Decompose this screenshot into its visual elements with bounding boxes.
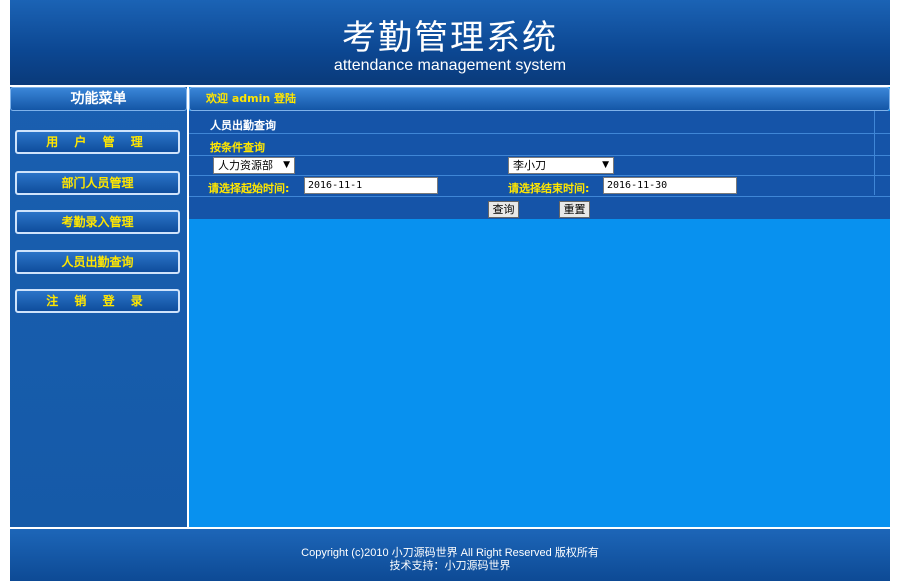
system-title: 考勤管理系统 [342, 18, 558, 58]
panel-divider [189, 175, 890, 176]
panel-divider [874, 111, 875, 195]
menu-department-staff[interactable]: 部门人员管理 [15, 171, 180, 195]
end-date-input[interactable] [603, 177, 737, 194]
section-title: 人员出勤查询 [210, 119, 276, 132]
query-button[interactable]: 查询 [488, 201, 519, 218]
department-select[interactable]: 人力资源部 ▼ [213, 157, 295, 174]
welcome-bar: 欢迎 admin 登陆 [189, 87, 890, 111]
person-select-value: 李小刀 [513, 159, 546, 172]
menu-attendance-query[interactable]: 人员出勤查询 [15, 250, 180, 274]
panel-divider [189, 196, 890, 197]
condition-label: 按条件查询 [210, 141, 265, 154]
panel-divider [189, 133, 890, 134]
end-date-label: 请选择结束时间: [508, 182, 590, 195]
page-header: 考勤管理系统 attendance management system [10, 0, 890, 85]
panel-divider [189, 155, 890, 156]
menu-attendance-entry[interactable]: 考勤录入管理 [15, 210, 180, 234]
sidebar-title: 功能菜单 [10, 87, 187, 111]
menu-user-management[interactable]: 用 户 管 理 [15, 130, 180, 154]
dropdown-arrow-icon: ▼ [602, 160, 609, 170]
page-footer: Copyright (c)2010 小刀源码世界 All Right Reser… [10, 529, 890, 581]
dropdown-arrow-icon: ▼ [283, 160, 290, 170]
menu-logout[interactable]: 注 销 登 录 [15, 289, 180, 313]
person-select[interactable]: 李小刀 ▼ [508, 157, 614, 174]
query-panel: 人员出勤查询 按条件查询 人力资源部 ▼ 李小刀 ▼ 请选择起始时间: 请选择结… [189, 111, 890, 219]
department-select-value: 人力资源部 [218, 159, 273, 172]
reset-button[interactable]: 重置 [559, 201, 590, 218]
system-subtitle: attendance management system [333, 57, 567, 74]
start-date-label: 请选择起始时间: [208, 182, 290, 195]
support-text: 技术支持：小刀源码世界 [389, 560, 511, 572]
app-window: 考勤管理系统 attendance management system 功能菜单… [0, 0, 900, 585]
sidebar: 功能菜单 用 户 管 理 部门人员管理 考勤录入管理 人员出勤查询 注 销 登 … [10, 87, 187, 527]
start-date-input[interactable] [304, 177, 438, 194]
main-content: 欢迎 admin 登陆 人员出勤查询 按条件查询 人力资源部 ▼ 李小刀 ▼ 请… [189, 87, 890, 527]
